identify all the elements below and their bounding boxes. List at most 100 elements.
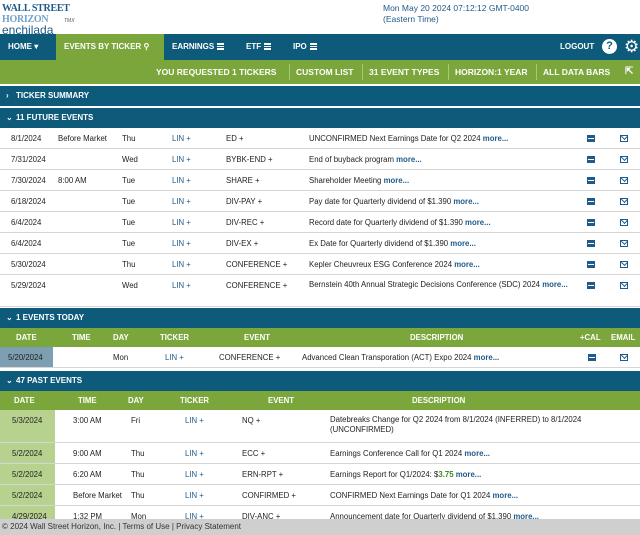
more-link[interactable]: more...: [474, 353, 500, 362]
search-icon: ⚲: [143, 42, 150, 51]
col-description[interactable]: DESCRIPTION: [412, 391, 465, 410]
ticker-link[interactable]: LIN +: [172, 191, 191, 212]
col-cal[interactable]: +CAL: [580, 328, 601, 347]
ticker-link[interactable]: LIN +: [172, 149, 191, 170]
event-type-link[interactable]: ECC +: [242, 443, 265, 464]
col-date[interactable]: DATE: [16, 328, 37, 347]
ticker-link[interactable]: LIN +: [172, 170, 191, 191]
ticker-link[interactable]: LIN +: [185, 410, 204, 432]
nav-ipo[interactable]: IPO: [293, 34, 317, 60]
event-type-link[interactable]: NQ +: [242, 410, 260, 432]
nav-earnings[interactable]: EARNINGS: [172, 34, 225, 60]
ticker-link[interactable]: LIN +: [172, 254, 191, 275]
nav-home[interactable]: HOME ▾: [8, 34, 38, 60]
more-link[interactable]: more...: [542, 280, 568, 289]
past-events-header[interactable]: ⌄ 47 PAST EVENTS: [0, 371, 640, 391]
nav-etf[interactable]: ETF: [246, 34, 272, 60]
more-link[interactable]: more...: [384, 176, 410, 185]
custom-list-button[interactable]: CUSTOM LIST: [296, 60, 353, 84]
today-events-header[interactable]: ⌄ 1 EVENTS TODAY: [0, 308, 640, 328]
email-icon[interactable]: [620, 177, 628, 184]
email-icon[interactable]: [620, 219, 628, 226]
event-day: Wed: [122, 155, 138, 164]
col-day[interactable]: DAY: [128, 391, 144, 410]
more-link[interactable]: more...: [483, 134, 509, 143]
calendar-icon[interactable]: [587, 261, 595, 268]
more-link[interactable]: more...: [464, 449, 490, 458]
export-icon[interactable]: ⇱: [625, 60, 633, 84]
calendar-icon[interactable]: [587, 198, 595, 205]
event-type-link[interactable]: ED +: [226, 128, 244, 149]
col-email[interactable]: EMAIL: [611, 328, 635, 347]
event-time: 3:00 AM: [73, 416, 102, 425]
email-icon[interactable]: [620, 198, 628, 205]
ticker-link[interactable]: LIN +: [185, 464, 204, 485]
col-ticker[interactable]: TICKER: [180, 391, 209, 410]
event-time: Before Market: [73, 491, 122, 500]
event-type-link[interactable]: DIV-REC +: [226, 212, 264, 233]
table-row: 7/31/2024 Wed LIN + BYBK-END + End of buybac…: [0, 149, 640, 170]
event-type-link[interactable]: ERN-RPT +: [242, 464, 283, 485]
event-type-link[interactable]: SHARE +: [226, 170, 260, 191]
ticker-link[interactable]: LIN +: [185, 443, 204, 464]
calendar-icon[interactable]: [587, 177, 595, 184]
event-type-link[interactable]: CONFIRMED +: [242, 485, 296, 506]
more-link[interactable]: more...: [396, 155, 422, 164]
calendar-icon[interactable]: [587, 219, 595, 226]
more-link[interactable]: more...: [453, 197, 479, 206]
event-type-link[interactable]: BYBK-END +: [226, 149, 273, 170]
col-event[interactable]: EVENT: [244, 328, 270, 347]
email-icon[interactable]: [620, 261, 628, 268]
request-bar: YOU REQUESTED 1 TICKERS CUSTOM LIST 31 E…: [0, 60, 640, 84]
ticker-link[interactable]: LIN +: [165, 347, 184, 368]
event-type-link[interactable]: CONFERENCE +: [219, 347, 280, 368]
divider: [448, 64, 449, 80]
more-link[interactable]: more...: [465, 218, 491, 227]
footer: © 2024 Wall Street Horizon, Inc. | Terms…: [0, 519, 640, 535]
ticker-link[interactable]: LIN +: [172, 212, 191, 233]
horizon-button[interactable]: HORIZON:1 YEAR: [455, 60, 528, 84]
calendar-icon[interactable]: [587, 240, 595, 247]
description-text: UNCONFIRMED Next Earnings Date for Q2 20…: [309, 134, 481, 143]
more-link[interactable]: more...: [493, 491, 519, 500]
event-type-link[interactable]: CONFERENCE +: [226, 275, 287, 296]
email-icon[interactable]: [620, 156, 628, 163]
ticker-link[interactable]: LIN +: [172, 233, 191, 254]
col-time[interactable]: TIME: [78, 391, 97, 410]
col-ticker[interactable]: TICKER: [160, 328, 189, 347]
event-types-button[interactable]: 31 EVENT TYPES: [369, 60, 439, 84]
data-bars-button[interactable]: ALL DATA BARS: [543, 60, 610, 84]
calendar-icon[interactable]: [587, 282, 595, 289]
nav-events-by-ticker[interactable]: EVENTS BY TICKER ⚲: [56, 34, 164, 60]
col-day[interactable]: DAY: [113, 328, 129, 347]
ticker-link[interactable]: LIN +: [172, 128, 191, 149]
calendar-icon[interactable]: [587, 135, 595, 142]
email-icon[interactable]: [620, 282, 628, 289]
ticker-link[interactable]: LIN +: [172, 275, 191, 296]
more-link[interactable]: more...: [454, 260, 480, 269]
email-icon[interactable]: [620, 135, 628, 142]
email-icon[interactable]: [620, 240, 628, 247]
event-type-link[interactable]: DIV-PAY +: [226, 191, 262, 212]
description-text: Shareholder Meeting: [309, 176, 382, 185]
event-type-link[interactable]: CONFERENCE +: [226, 254, 287, 275]
requested-tickers[interactable]: YOU REQUESTED 1 TICKERS: [156, 60, 276, 84]
col-event[interactable]: EVENT: [268, 391, 294, 410]
ticker-link[interactable]: LIN +: [185, 485, 204, 506]
ticker-summary-header[interactable]: › TICKER SUMMARY: [0, 86, 640, 106]
help-icon[interactable]: ?: [602, 39, 617, 54]
email-icon[interactable]: [620, 354, 628, 361]
brand-logo[interactable]: WALL STREET HORIZON enchilada TMX: [2, 3, 102, 37]
calendar-icon[interactable]: [588, 354, 596, 361]
calendar-icon[interactable]: [587, 156, 595, 163]
future-events-header[interactable]: ⌄ 11 FUTURE EVENTS: [0, 108, 640, 128]
brand-line1: WALL STREET HORIZON: [2, 3, 70, 25]
col-date[interactable]: DATE: [14, 391, 35, 410]
more-link[interactable]: more...: [456, 470, 482, 479]
event-type-link[interactable]: DIV-EX +: [226, 233, 258, 254]
logout-link[interactable]: LOGOUT: [560, 34, 594, 60]
more-link[interactable]: more...: [450, 239, 476, 248]
col-description[interactable]: DESCRIPTION: [410, 328, 463, 347]
gear-icon[interactable]: ⚙: [624, 37, 639, 57]
col-time[interactable]: TIME: [72, 328, 91, 347]
